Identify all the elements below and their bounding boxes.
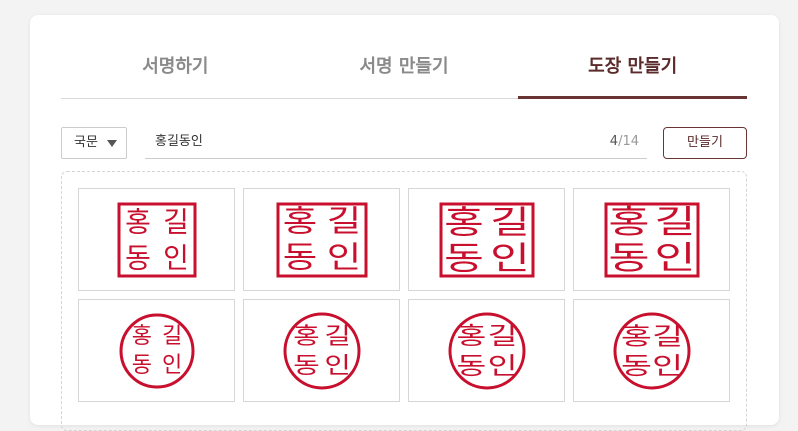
stamp-char: 길 <box>324 322 350 349</box>
stamp-char: 홍 <box>282 204 316 239</box>
tab-create-stamp[interactable]: 도장 만들기 <box>518 51 747 99</box>
char-count: 4 <box>609 134 619 149</box>
round-stamp-option-2[interactable]: 홍길동인 <box>243 299 400 402</box>
stamp-char: 인 <box>324 352 350 379</box>
stamp-char: 길 <box>654 203 695 240</box>
stamp-char: 인 <box>487 351 517 379</box>
make-stamp-button[interactable]: 만들기 <box>663 127 747 159</box>
round-stamp-seal: 홍 길동 인 <box>448 312 525 389</box>
stamp-char: 홍 <box>608 203 649 240</box>
stamp-panel: 서명하기 서명 만들기 도장 만들기 국문 홍길동인 4/14 만들기 홍길동인… <box>30 15 779 431</box>
square-stamp-seal: 홍 길동 인 <box>604 202 699 277</box>
stamp-char: 동 <box>444 239 484 276</box>
char-counter: 4/14 <box>610 127 639 157</box>
stamp-name-value: 홍길동인 <box>155 134 203 149</box>
round-stamp-seal: 홍 길동 인 <box>283 312 360 389</box>
stamp-char: 홍 <box>125 205 151 238</box>
round-stamp-option-3[interactable]: 홍길동인 <box>408 299 565 402</box>
stamp-char: 길 <box>161 324 181 349</box>
char-max: /14 <box>618 134 639 149</box>
stamp-char: 길 <box>490 203 530 240</box>
stamp-char: 동 <box>131 352 151 377</box>
stamp-preview-area: 홍길동인홍길동인홍길동인홍길동인홍길동인홍길동인홍길동인홍길동인 <box>61 171 747 431</box>
stamp-grid: 홍길동인홍길동인홍길동인홍길동인홍길동인홍길동인홍길동인홍길동인 <box>78 188 730 402</box>
stamp-char: 동 <box>125 241 151 274</box>
square-stamp-option-2[interactable]: 홍길동인 <box>243 188 400 291</box>
square-stamp-option-3[interactable]: 홍길동인 <box>408 188 565 291</box>
stamp-char: 동 <box>282 240 316 275</box>
stamp-char: 홍 <box>456 322 486 350</box>
stamp-name-input[interactable]: 홍길동인 4/14 <box>145 127 647 159</box>
round-stamp-option-4[interactable]: 홍길동인 <box>573 299 730 402</box>
stamp-char: 인 <box>161 352 181 377</box>
square-stamp-seal: 홍 길동 인 <box>117 202 196 277</box>
stamp-char: 동 <box>456 351 486 379</box>
stamp-char: 인 <box>652 351 683 379</box>
square-stamp-option-4[interactable]: 홍길동인 <box>573 188 730 291</box>
stamp-char: 동 <box>621 351 652 379</box>
caret-down-icon <box>107 140 117 147</box>
stamp-char: 길 <box>652 322 683 350</box>
round-stamp-seal: 홍 길동 인 <box>119 313 194 388</box>
round-stamp-option-1[interactable]: 홍길동인 <box>78 299 235 402</box>
stamp-char: 동 <box>608 239 649 276</box>
stamp-char: 홍 <box>444 203 484 240</box>
tab-sign[interactable]: 서명하기 <box>61 51 290 98</box>
stamp-char: 홍 <box>621 322 652 350</box>
stamp-toolbar: 국문 홍길동인 4/14 만들기 <box>61 127 747 159</box>
stamp-char: 길 <box>487 322 517 350</box>
stamp-char: 인 <box>163 241 189 274</box>
stamp-char: 길 <box>163 205 189 238</box>
stamp-char: 홍 <box>293 322 319 349</box>
round-stamp-seal: 홍 길동 인 <box>613 312 690 389</box>
stamp-char: 동 <box>293 352 319 379</box>
stamp-char: 홍 <box>131 324 151 349</box>
script-select[interactable]: 국문 <box>61 127 127 159</box>
square-stamp-seal: 홍 길동 인 <box>276 202 367 277</box>
stamp-char: 인 <box>326 240 360 275</box>
stamp-char: 인 <box>490 239 530 276</box>
script-select-value: 국문 <box>74 135 98 150</box>
tab-bar: 서명하기 서명 만들기 도장 만들기 <box>61 51 747 99</box>
stamp-char: 길 <box>326 204 360 239</box>
stamp-char: 인 <box>654 239 695 276</box>
square-stamp-option-1[interactable]: 홍길동인 <box>78 188 235 291</box>
tab-create-signature[interactable]: 서명 만들기 <box>290 51 519 98</box>
square-stamp-seal: 홍 길동 인 <box>439 202 534 277</box>
